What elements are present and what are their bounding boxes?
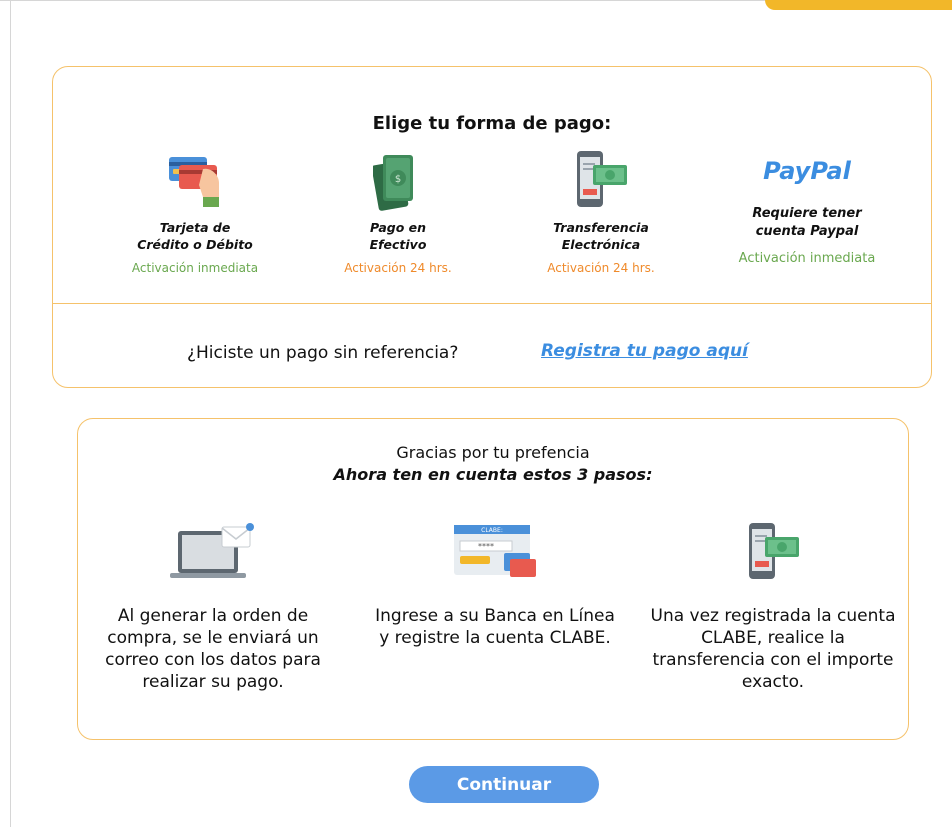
method-card-transfer[interactable]: Transferencia Electrónica Activación 24 h…	[501, 149, 701, 275]
activation-text: Activación 24 hrs.	[344, 261, 452, 275]
method-label-line1: Pago en	[369, 220, 427, 235]
step-item: CLABE: **** Ingrese a su Banca en Línea …	[370, 521, 620, 649]
payment-title: Elige tu forma de pago:	[372, 113, 612, 134]
method-label-line1: Requiere tener	[752, 206, 862, 221]
activation-text: Activación inmediata	[131, 261, 259, 275]
steps-subtitle: Ahora ten en cuenta estos 3 pasos:	[333, 465, 653, 484]
svg-text:$: $	[395, 174, 401, 185]
step-text: Al generar la orden de compra, se le env…	[105, 606, 321, 692]
continue-button[interactable]: Continuar	[409, 766, 599, 803]
method-label-line1: Transferencia	[553, 220, 649, 235]
method-card-cash[interactable]: $ Pago en Efectivo Activación 24 hrs.	[298, 149, 498, 275]
credit-card-hand-icon	[95, 149, 295, 213]
phone-transfer-icon	[501, 149, 701, 213]
step-item: Una vez registrada la cuenta CLABE, real…	[648, 521, 898, 693]
activation-text: Activación 24 hrs.	[547, 261, 655, 275]
step-text: Una vez registrada la cuenta CLABE, real…	[650, 606, 896, 692]
frame-left-border	[10, 0, 11, 827]
method-card-paypal[interactable]: PayPal Requiere tener cuenta Paypal Activ…	[707, 151, 907, 266]
step-text: Ingrese a su Banca en Línea y registre l…	[375, 606, 615, 648]
svg-text:****: ****	[478, 542, 494, 551]
steps-thanks: Gracias por tu prefencia	[396, 443, 590, 462]
no-reference-question: ¿Hiciste un pago sin referencia?	[187, 343, 459, 363]
method-label-line2: cuenta Paypal	[755, 224, 859, 239]
register-payment-link[interactable]: Registra tu pago aquí	[541, 341, 748, 361]
clabe-banking-icon: CLABE: ****	[370, 521, 620, 585]
method-label-line2: Electrónica	[561, 237, 641, 252]
method-label-line2: Efectivo	[369, 237, 427, 252]
corner-accent	[765, 0, 952, 10]
method-label-line2: Crédito o Débito	[137, 237, 253, 252]
paypal-logo: PayPal	[707, 151, 907, 191]
svg-text:CLABE:: CLABE:	[481, 527, 503, 534]
step-item: Al generar la orden de compra, se le env…	[88, 521, 338, 693]
laptop-email-icon	[88, 521, 338, 585]
phone-transfer-icon	[648, 521, 898, 585]
payment-method-card: Elige tu forma de pago: Tarjeta de Crédit…	[52, 66, 932, 388]
method-label-line1: Tarjeta de	[159, 220, 231, 235]
cash-money-icon: $	[298, 149, 498, 213]
card-divider	[53, 303, 931, 304]
activation-text: Activación inmediata	[738, 251, 876, 266]
method-card-credit[interactable]: Tarjeta de Crédito o Débito Activación in…	[95, 149, 295, 275]
steps-card: Gracias por tu prefencia Ahora ten en cu…	[77, 418, 909, 740]
paypal-logo-text: PayPal	[763, 157, 851, 185]
